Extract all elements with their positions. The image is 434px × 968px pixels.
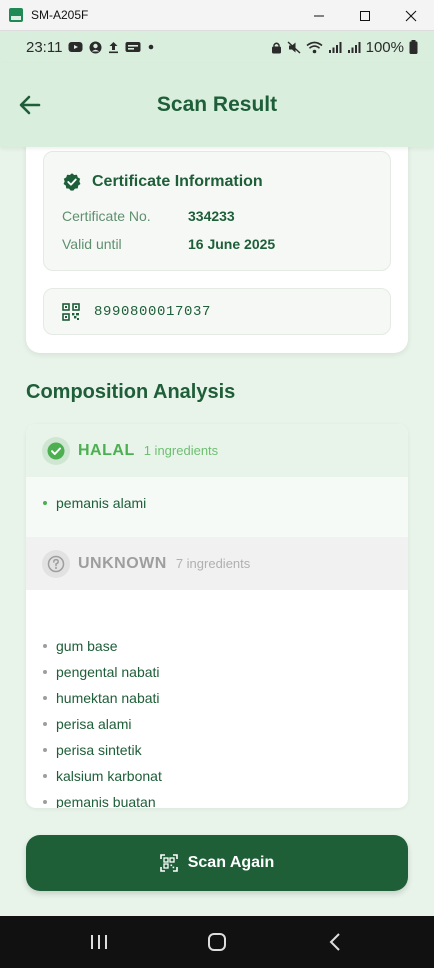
certificate-heading: Certificate Information <box>92 173 263 190</box>
ingredient-name: pengental nabati <box>56 664 160 680</box>
bullet <box>43 644 47 648</box>
check-circle-icon <box>47 442 65 459</box>
bullet <box>43 696 47 700</box>
composition-title: Composition Analysis <box>26 381 236 403</box>
signal-icon-1 <box>328 41 342 53</box>
minimize-icon <box>314 15 324 16</box>
lock-icon <box>271 42 281 53</box>
unknown-count: 7 ingredients <box>175 556 251 571</box>
app-badge-icon <box>125 42 141 52</box>
barcode-value: 8990800017037 <box>94 303 212 320</box>
account-icon <box>89 41 102 53</box>
list-item: pemanis buatan <box>43 794 156 808</box>
window-title: SM-A205F <box>31 8 89 22</box>
list-item: pengental nabati <box>43 664 160 680</box>
ingredient-name: perisa sintetik <box>56 742 142 758</box>
halal-group-header[interactable]: HALAL 1 ingredients <box>26 424 408 477</box>
close-icon <box>405 10 417 21</box>
certificate-info-box: Certificate Information Certificate No. … <box>43 151 391 271</box>
valid-until-label: Valid until <box>62 236 122 252</box>
certificate-number-row: Certificate No. 334233 <box>62 208 235 224</box>
bullet <box>43 800 47 804</box>
scan-again-button[interactable]: Scan Again <box>26 835 408 891</box>
bullet <box>43 722 47 726</box>
window-controls <box>296 0 434 31</box>
youtube-icon <box>68 42 83 52</box>
status-time: 23:11 <box>26 38 63 56</box>
list-item: pemanis alami <box>43 495 146 511</box>
halal-label: HALAL <box>78 441 135 459</box>
list-item: perisa alami <box>43 716 131 732</box>
app-bar: Scan Result <box>0 63 434 147</box>
ingredient-name: humektan nabati <box>56 690 160 706</box>
bullet <box>43 748 47 752</box>
minimize-button[interactable] <box>296 0 342 31</box>
bullet <box>43 501 47 505</box>
product-info-card: Certificate Information Certificate No. … <box>26 131 408 353</box>
status-bar: 23:11 100% <box>0 31 434 63</box>
verified-badge-icon <box>63 173 81 191</box>
halal-count: 1 ingredients <box>143 443 219 458</box>
qr-scan-icon <box>159 854 178 872</box>
upload-icon <box>109 41 119 53</box>
certificate-number-value: 334233 <box>188 208 235 224</box>
close-window-button[interactable] <box>388 0 434 31</box>
maximize-icon <box>360 10 370 21</box>
app-window-icon <box>9 8 23 22</box>
more-notifications-dot <box>149 44 154 50</box>
scan-again-label: Scan Again <box>187 854 275 871</box>
ingredient-name: gum base <box>56 638 118 654</box>
ingredient-name: pemanis alami <box>56 495 147 511</box>
unknown-label: UNKNOWN <box>78 554 167 572</box>
wifi-icon <box>306 41 323 53</box>
home-icon <box>208 933 226 951</box>
composition-card: HALAL 1 ingredients pemanis alami UNKNOW… <box>26 424 408 808</box>
ingredient-name: pemanis buatan <box>56 794 156 808</box>
barcode-box: 8990800017037 <box>43 288 391 335</box>
chevron-left-icon <box>329 933 340 951</box>
question-circle-icon <box>47 555 65 572</box>
system-navigation-bar <box>0 916 434 968</box>
battery-percent: 100% <box>365 38 404 56</box>
system-back-button[interactable] <box>315 922 355 962</box>
mute-icon <box>287 40 301 54</box>
certificate-number-label: Certificate No. <box>62 208 151 224</box>
recent-apps-button[interactable] <box>79 922 119 962</box>
window-titlebar: SM-A205F <box>0 0 434 31</box>
halal-ingredient-list: pemanis alami <box>26 477 408 537</box>
list-item: perisa sintetik <box>43 742 142 758</box>
page-title: Scan Result <box>156 93 278 116</box>
ingredient-name: perisa alami <box>56 716 132 732</box>
valid-until-row: Valid until 16 June 2025 <box>62 236 275 252</box>
recents-icon <box>91 935 107 949</box>
list-item: kalsium karbonat <box>43 768 162 784</box>
qr-code-icon <box>62 302 80 321</box>
battery-icon <box>409 40 418 54</box>
list-item: humektan nabati <box>43 690 160 706</box>
ingredient-name: kalsium karbonat <box>56 768 162 784</box>
list-item: gum base <box>43 638 117 654</box>
valid-until-value: 16 June 2025 <box>188 236 276 252</box>
bullet <box>43 774 47 778</box>
maximize-button[interactable] <box>342 0 388 31</box>
unknown-group-header[interactable]: UNKNOWN 7 ingredients <box>26 537 408 590</box>
home-button[interactable] <box>197 922 237 962</box>
phone-screen: 23:11 100% Scan Result Certificate Infor… <box>0 31 434 968</box>
bullet <box>43 670 47 674</box>
signal-icon-2 <box>347 41 361 53</box>
